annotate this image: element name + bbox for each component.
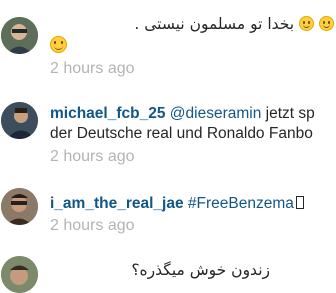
comment-timestamp: 2 hours ago — [50, 217, 135, 234]
comment-text: michael_fcb_25 @dieseramin jetzt sp — [50, 105, 315, 122]
user-avatar-icon — [1, 256, 38, 293]
comment-item: زندون خوش میگذره؟ — [0, 246, 336, 293]
comment-timestamp: 2 hours ago — [50, 60, 135, 77]
comment-item: i_am_the_real_jae #FreeBenzema 2 hours a… — [0, 168, 336, 246]
comment-text-line2 — [50, 36, 336, 57]
comment-timestamp: 2 hours ago — [50, 148, 135, 165]
unknown-glyph-icon — [295, 196, 304, 209]
user-avatar[interactable] — [1, 17, 38, 54]
user-avatar-icon — [1, 17, 38, 54]
comment-hashtag[interactable]: #FreeBenzema — [188, 195, 294, 212]
grinning-emoji-icon — [299, 16, 315, 31]
user-avatar[interactable] — [1, 102, 38, 139]
user-avatar-icon — [1, 102, 38, 139]
user-avatar-icon — [1, 188, 38, 225]
comment-username[interactable]: i_am_the_real_jae — [50, 195, 184, 212]
comment-username[interactable]: michael_fcb_25 — [50, 105, 165, 122]
comment-mention[interactable]: @dieseramin — [170, 105, 262, 122]
comment-text-line2: der Deutsche real und Ronaldo Fanbo — [50, 125, 313, 142]
comment-item: michael_fcb_25 @dieseramin jetzt sp der … — [0, 88, 336, 168]
comment-text: زندون خوش میگذره؟ — [131, 261, 270, 279]
comment-text: بخدا تو مسلمون نیستی . — [50, 14, 336, 34]
user-avatar[interactable] — [1, 188, 38, 225]
comment-text: i_am_the_real_jae #FreeBenzema — [50, 194, 336, 214]
grinning-emoji-icon — [319, 16, 334, 31]
user-avatar[interactable] — [1, 256, 38, 293]
comment-item: بخدا تو مسلمون نیستی . 2 hours ago — [0, 0, 336, 88]
grinning-emoji-icon — [50, 36, 67, 53]
